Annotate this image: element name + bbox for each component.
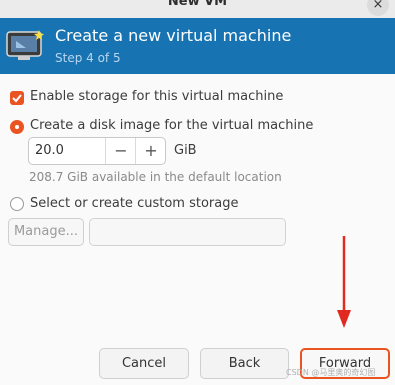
back-button[interactable]: Back <box>200 348 289 379</box>
window-title: New VM <box>167 0 228 9</box>
create-disk-label[interactable]: Create a disk image for the virtual mach… <box>30 118 313 133</box>
annotation-arrow-icon <box>337 236 351 328</box>
disk-size-unit: GiB <box>174 143 197 158</box>
manage-button[interactable]: Manage... <box>8 218 84 246</box>
window-titlebar: New VM × <box>0 0 395 18</box>
decrease-button[interactable]: − <box>105 138 136 164</box>
disk-size-spinbutton[interactable]: 20.0 − + <box>28 137 166 165</box>
custom-storage-label[interactable]: Select or create custom storage <box>30 196 238 211</box>
disk-size-value[interactable]: 20.0 <box>35 143 64 158</box>
wizard-step: Step 4 of 5 <box>55 51 121 65</box>
cancel-button[interactable]: Cancel <box>99 348 189 379</box>
check-icon <box>12 94 22 103</box>
wizard-title: Create a new virtual machine <box>55 26 292 45</box>
custom-storage-radio[interactable] <box>10 197 24 211</box>
close-button[interactable]: × <box>367 0 389 16</box>
wizard-header: Create a new virtual machine Step 4 of 5 <box>0 18 395 74</box>
virtual-machine-icon <box>6 30 44 60</box>
custom-storage-path-input[interactable] <box>89 218 286 246</box>
increase-button[interactable]: + <box>135 138 166 164</box>
available-space-hint: 208.7 GiB available in the default locat… <box>29 170 282 184</box>
enable-storage-checkbox[interactable] <box>10 91 24 105</box>
watermark: CSDN @马里奥的奇幻图 <box>286 368 376 377</box>
enable-storage-label[interactable]: Enable storage for this virtual machine <box>30 89 283 104</box>
create-disk-radio[interactable] <box>10 120 24 134</box>
